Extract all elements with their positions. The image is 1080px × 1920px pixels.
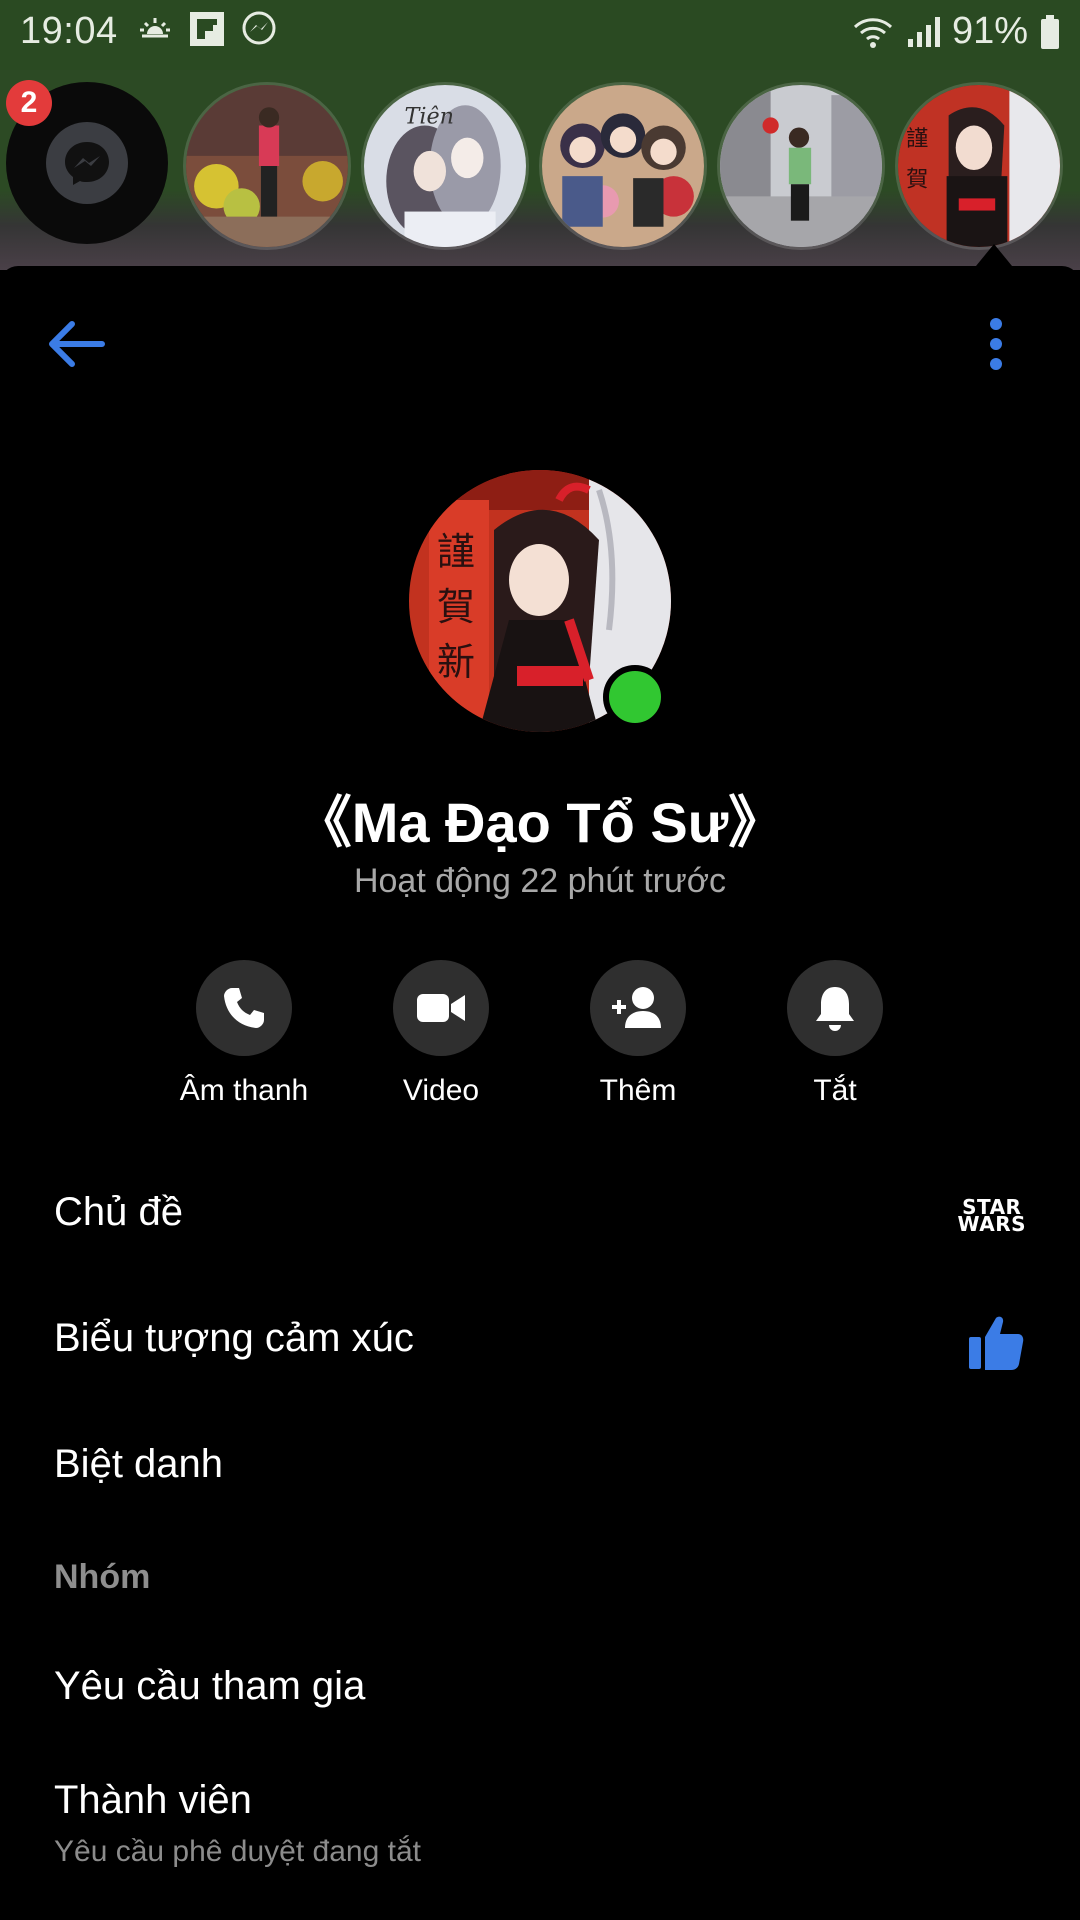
status-time: 19:04 [20, 10, 118, 52]
add-people-label: Thêm [599, 1074, 677, 1107]
battery-icon [1041, 14, 1059, 49]
arrow-left-icon[interactable] [44, 312, 108, 376]
audio-call-circle[interactable] [196, 960, 292, 1056]
status-bar: 19:04 91% [0, 0, 1080, 70]
avatar-photo [186, 85, 348, 247]
svg-text:新: 新 [437, 640, 475, 684]
flipboard-icon [190, 12, 224, 46]
theme-label: Chủ đề [54, 1190, 183, 1234]
video-call-label: Video [402, 1074, 480, 1107]
svg-text:賀: 賀 [437, 585, 475, 629]
add-people-circle[interactable] [590, 960, 686, 1056]
messenger-bubble-icon [46, 122, 128, 204]
star-wars-theme-logo: STAR WARS [957, 1195, 1026, 1236]
chat-head-avatar[interactable] [717, 82, 885, 250]
bell-icon [816, 987, 854, 1031]
chat-head-avatar[interactable]: Tiên [361, 82, 529, 250]
online-status-indicator [603, 665, 667, 729]
avatar-photo [542, 85, 704, 247]
svg-text:Tiên: Tiên [405, 103, 455, 129]
nickname-row[interactable]: Biệt danh [54, 1442, 1026, 1487]
mute-label: Tắt [813, 1074, 857, 1107]
signal-icon [907, 16, 940, 47]
add-people-button[interactable]: Thêm [538, 960, 738, 1108]
chat-head-avatar[interactable] [183, 82, 351, 250]
emoji-label: Biểu tượng cảm xúc [54, 1316, 414, 1360]
mute-button[interactable]: Tắt [735, 960, 935, 1108]
active-status: Hoạt động 22 phút trước [353, 862, 727, 900]
system-icons: 91% [852, 10, 1062, 53]
video-call-button[interactable]: Video [341, 960, 541, 1108]
svg-text:賀: 賀 [906, 166, 928, 192]
sunrise-icon [140, 18, 170, 38]
avatar-photo: Tiên [364, 85, 526, 247]
group-section-header: Nhóm [54, 1558, 151, 1596]
members-label: Thành viên [54, 1778, 252, 1822]
chat-head-pointer [976, 244, 1012, 266]
wifi-icon [853, 17, 892, 48]
conversation-name: 《Ma Đạo Tổ Sư》 [295, 791, 785, 854]
avatar-photo: 謹 賀 [898, 85, 1060, 247]
video-camera-icon [417, 994, 465, 1022]
chat-head-avatar[interactable] [539, 82, 707, 250]
svg-text:謹: 謹 [906, 126, 928, 152]
battery-percentage: 91% [951, 10, 1028, 52]
audio-call-button[interactable]: Âm thanh [144, 960, 344, 1108]
theme-row[interactable]: Chủ đề STAR WARS [54, 1190, 1026, 1242]
members-sublabel: Yêu cầu phê duyệt đang tắt [54, 1835, 421, 1868]
emoji-row[interactable]: Biểu tượng cảm xúc [54, 1316, 1026, 1370]
svg-text:謹: 謹 [437, 530, 475, 574]
join-requests-row[interactable]: Yêu cầu tham gia [54, 1664, 1026, 1709]
unread-count-badge: 2 [6, 80, 52, 126]
chat-head-avatar-active[interactable]: 謹 賀 [895, 82, 1063, 250]
join-requests-label: Yêu cầu tham gia [54, 1664, 366, 1708]
avatar-photo [720, 85, 882, 247]
nickname-label: Biệt danh [54, 1442, 224, 1486]
notification-icons [136, 10, 278, 48]
phone-icon [224, 988, 264, 1028]
more-vertical-icon[interactable] [976, 314, 1016, 374]
video-call-circle[interactable] [393, 960, 489, 1056]
add-person-icon [612, 987, 661, 1028]
messenger-icon [242, 11, 276, 45]
mute-circle[interactable] [787, 960, 883, 1056]
audio-call-label: Âm thanh [179, 1074, 309, 1107]
members-row[interactable]: Thành viên Yêu cầu phê duyệt đang tắt [54, 1778, 1026, 1869]
thumbs-up-icon [969, 1316, 1024, 1370]
